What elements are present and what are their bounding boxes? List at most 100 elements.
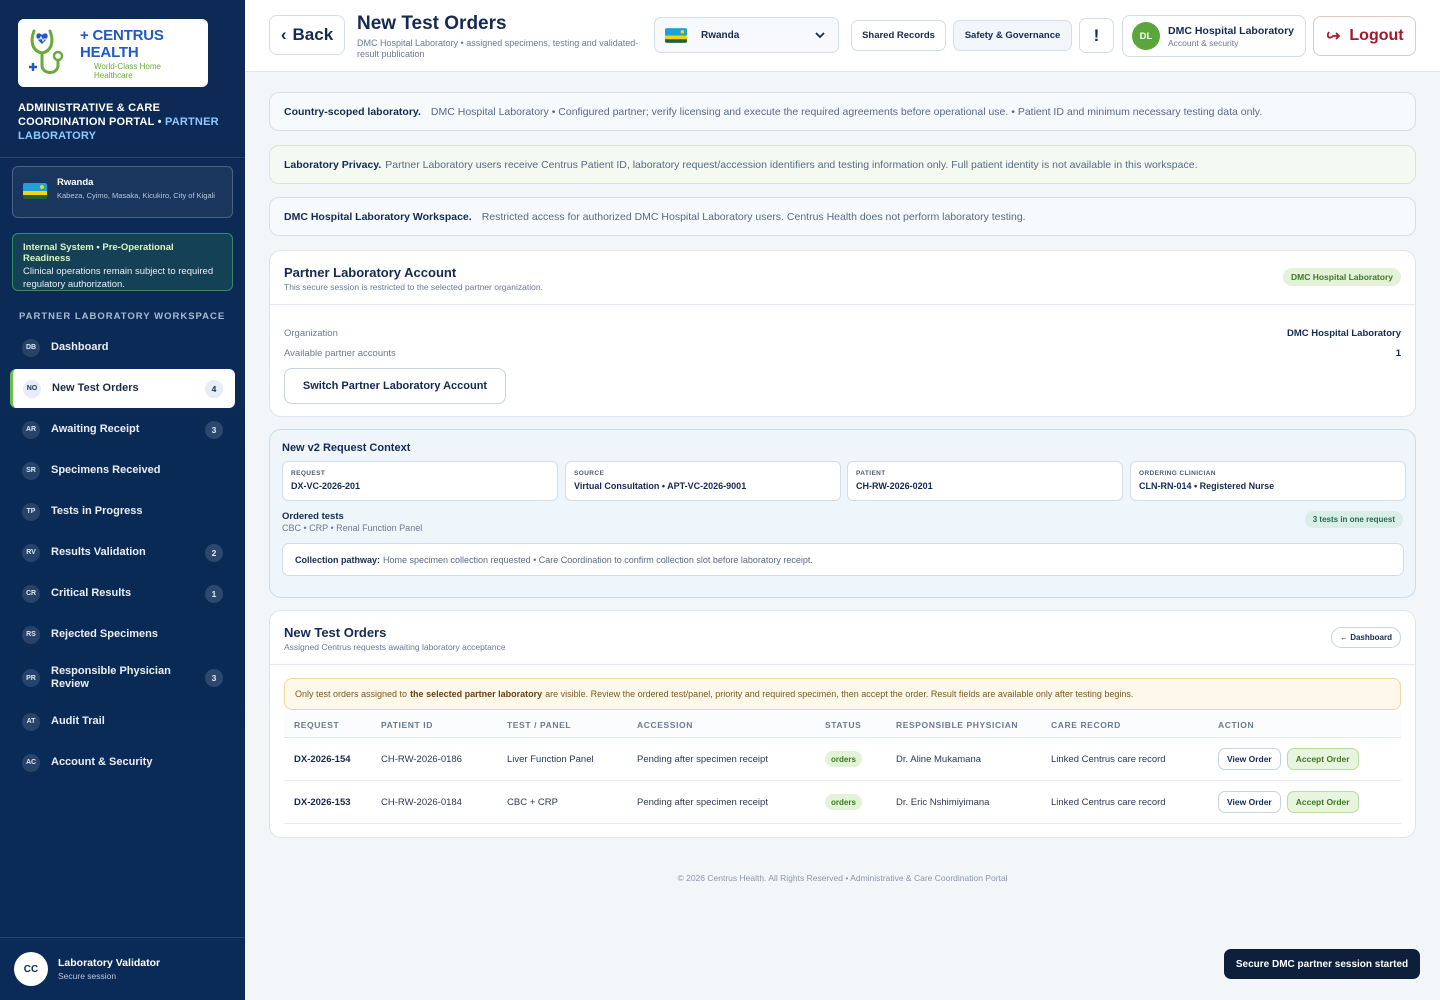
cell-patient-id: CH-RW-2026-0184 [381,796,462,808]
user-profile[interactable]: CC Laboratory Validator Secure session [14,952,160,986]
sidebar-item-audit-trail[interactable]: AT Audit Trail [10,702,235,741]
country-name: Rwanda [57,177,94,188]
view-order-button[interactable]: View Order [1218,748,1281,770]
back-button[interactable]: ‹ Back [269,15,345,55]
privacy-notice: Laboratory Privacy. Partner Laboratory u… [269,145,1416,184]
notice-body: DMC Hospital Laboratory • Configured par… [430,105,1263,118]
column-header[interactable]: CARE RECORD [1051,720,1218,730]
column-header[interactable]: PATIENT ID [381,720,507,730]
brand-tagline: World-Class Home Healthcare [94,61,161,80]
card-header: New Test Orders Assigned Centrus request… [270,611,1415,665]
sidebar-item-rejected-specimens[interactable]: RS Rejected Specimens [10,615,235,654]
readiness-title: Internal System • Pre-Operational Readin… [23,242,174,264]
sidebar-nav: DB Dashboard NO New Test Orders 4 AR Awa… [10,328,235,784]
tests-count-badge: 3 tests in one request [1304,511,1403,528]
context-ordering-clinician: ORDERING CLINICIAN CLN-RN-014 • Register… [1130,461,1406,501]
page-subtitle: DMC Hospital Laboratory • assigned speci… [357,38,639,59]
sidebar-item-responsible-physician-review[interactable]: PR Responsible Physician Review 3 [10,656,235,700]
sidebar-item-results-validation[interactable]: RV Results Validation 2 [10,533,235,572]
field-value: CLN-RN-014 • Registered Nurse [1139,481,1275,491]
sidebar-item-label: Results Validation [51,546,146,558]
nav-abbr: AR [22,420,40,439]
nav-abbr: RV [22,543,40,562]
nav-count-badge: 3 [205,669,223,687]
card-title: New v2 Request Context [282,442,411,454]
card-subtitle: Assigned Centrus requests awaiting labor… [284,642,506,652]
sidebar-item-label: Awaiting Receipt [51,423,140,435]
sidebar-item-label: Audit Trail [51,715,105,727]
field-label: Organization [284,328,338,339]
nav-abbr: AT [22,712,40,731]
rwanda-flag-icon [23,183,47,199]
column-header[interactable]: REQUEST [284,720,381,730]
cell-accession: Pending after specimen receipt [637,796,768,808]
ordered-tests-label: Ordered tests [282,511,344,522]
view-order-button[interactable]: View Order [1218,791,1281,813]
sidebar-item-label: New Test Orders [52,382,139,394]
card-title: Partner Laboratory Account [284,265,457,280]
switch-account-button[interactable]: Switch Partner Laboratory Account [284,368,506,404]
collection-pathway: Collection pathway: Home specimen collec… [282,543,1404,576]
cell-patient-id: CH-RW-2026-0186 [381,753,462,765]
avatar: DL [1132,22,1160,50]
sidebar-item-tests-in-progress[interactable]: TP Tests in Progress [10,492,235,531]
field-label: Collection pathway: [295,554,381,565]
card-title: New Test Orders [284,625,387,640]
accept-order-button[interactable]: Accept Order [1286,748,1359,770]
rwanda-flag-icon [665,27,687,43]
logout-icon [1327,31,1341,40]
nav-abbr: RS [22,625,40,644]
sidebar-item-account-security[interactable]: AC Account & Security [10,743,235,782]
cell-accession: Pending after specimen receipt [637,753,768,765]
sidebar-item-new-test-orders[interactable]: NO New Test Orders 4 [10,369,235,408]
account-subtitle: Account & security [1168,37,1239,48]
country-districts: Kabeza, Cyimo, Masaka, Kicukiro, City of… [57,191,215,200]
field-label: ORDERING CLINICIAN [1139,470,1216,477]
user-status: Secure session [58,971,117,981]
context-patient: PATIENT CH-RW-2026-0201 [847,461,1123,501]
nav-abbr: AC [22,753,40,772]
column-header[interactable]: STATUS [825,720,896,730]
session-toast: Secure DMC partner session started [1224,949,1420,979]
sidebar-item-specimens-received[interactable]: SR Specimens Received [10,451,235,490]
field-label: SOURCE [574,470,605,477]
page-footer: © 2026 Centrus Health. All Rights Reserv… [677,873,1008,883]
notice-title: Laboratory Privacy. [284,158,382,171]
available-accounts-row: Available partner accounts 1 [284,348,1401,359]
accept-order-button[interactable]: Accept Order [1286,791,1359,813]
safety-governance-button[interactable]: Safety & Governance [953,20,1072,51]
country-card[interactable]: Rwanda Kabeza, Cyimo, Masaka, Kicukiro, … [12,166,233,218]
sidebar-item-label: Critical Results [51,587,132,599]
alert-icon[interactable]: ! [1079,18,1114,53]
cell-request: DX-2026-154 [294,753,351,765]
field-value: CH-RW-2026-0201 [856,481,933,491]
sidebar-item-dashboard[interactable]: DB Dashboard [10,328,235,367]
country-select[interactable]: Rwanda [654,17,839,53]
status-badge: orders [825,794,862,810]
sidebar-item-critical-results[interactable]: CR Critical Results 1 [10,574,235,613]
account-chip[interactable]: DL DMC Hospital Laboratory Account & sec… [1122,15,1306,57]
nav-count-badge: 3 [205,420,223,439]
field-label: Available partner accounts [284,348,396,359]
sidebar-item-awaiting-receipt[interactable]: AR Awaiting Receipt 3 [10,410,235,449]
brand-logo[interactable]: + CENTRUS HEALTH World-Class Home Health… [18,19,208,87]
column-header[interactable]: ACCESSION [637,720,825,730]
nav-count-badge: 1 [205,584,223,603]
column-header[interactable]: TEST / PANEL [507,720,637,730]
user-name: Laboratory Validator [58,957,161,969]
column-header[interactable]: RESPONSIBLE PHYSICIAN [896,720,1051,730]
logout-button[interactable]: Logout [1313,16,1416,56]
cell-care-record: Linked Centrus care record [1051,796,1166,808]
page-title: New Test Orders [357,13,507,34]
cell-test: CBC + CRP [507,796,558,808]
table-row: DX-2026-153 CH-RW-2026-0184 CBC + CRP Pe… [284,781,1401,824]
context-source: SOURCE Virtual Consultation • APT-VC-202… [565,461,841,501]
field-label: REQUEST [291,470,326,477]
field-value: Home specimen collection requested • Car… [383,554,813,565]
chevron-left-icon: ‹ [280,25,287,44]
field-value: Virtual Consultation • APT-VC-2026-9001 [574,481,747,491]
shared-records-button[interactable]: Shared Records [851,20,946,51]
organization-row: Organization DMC Hospital Laboratory [284,328,1401,339]
dashboard-button[interactable]: ← Dashboard [1330,627,1401,648]
nav-abbr: DB [22,338,40,357]
